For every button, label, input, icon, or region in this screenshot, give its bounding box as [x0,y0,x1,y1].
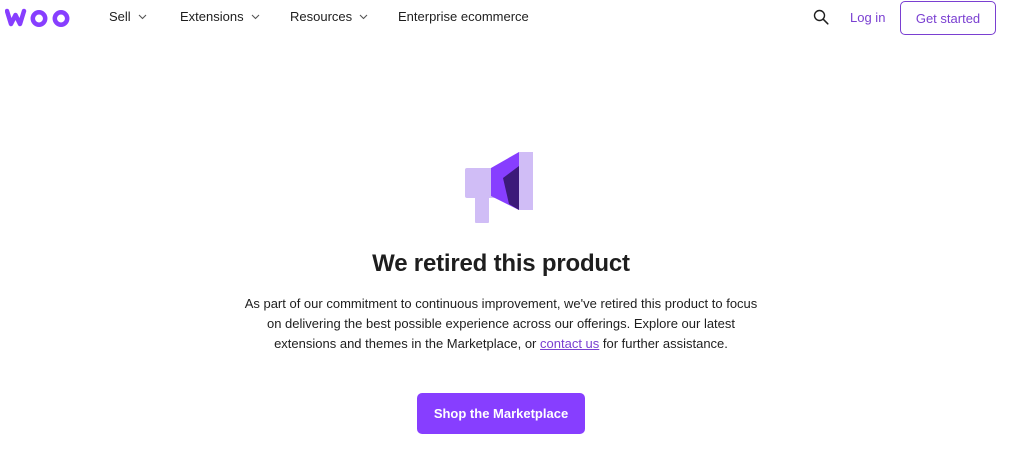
nav-enterprise-label: Enterprise ecommerce [398,9,529,24]
nav-resources[interactable]: Resources [290,9,368,24]
megaphone-icon [465,152,533,223]
woo-logo[interactable] [5,6,75,28]
chevron-down-icon [138,14,147,19]
page-title: We retired this product [372,250,630,277]
nav-extensions-label: Extensions [180,9,244,24]
get-started-label: Get started [915,10,981,26]
nav-sell[interactable]: Sell [109,9,147,24]
chevron-down-icon [251,14,259,19]
description-text-after: for further assistance. [599,335,728,351]
get-started-button[interactable]: Get started [900,1,996,35]
shop-the-marketplace-button[interactable]: Shop the Marketplace [417,393,585,434]
page-description: As part of our commitment to continuous … [240,294,762,353]
site-header: Sell Extensions Resources Enterprise eco… [0,0,1024,36]
shop-button-label: Shop the Marketplace [433,406,569,421]
search-icon[interactable] [813,9,829,25]
chevron-down-icon [359,14,368,19]
login-link[interactable]: Log in [850,10,885,25]
nav-extensions[interactable]: Extensions [180,9,260,24]
nav-enterprise-ecommerce[interactable]: Enterprise ecommerce [398,9,529,24]
contact-us-link[interactable]: contact us [540,336,599,351]
nav-sell-label: Sell [109,9,131,24]
nav-resources-label: Resources [290,9,353,24]
